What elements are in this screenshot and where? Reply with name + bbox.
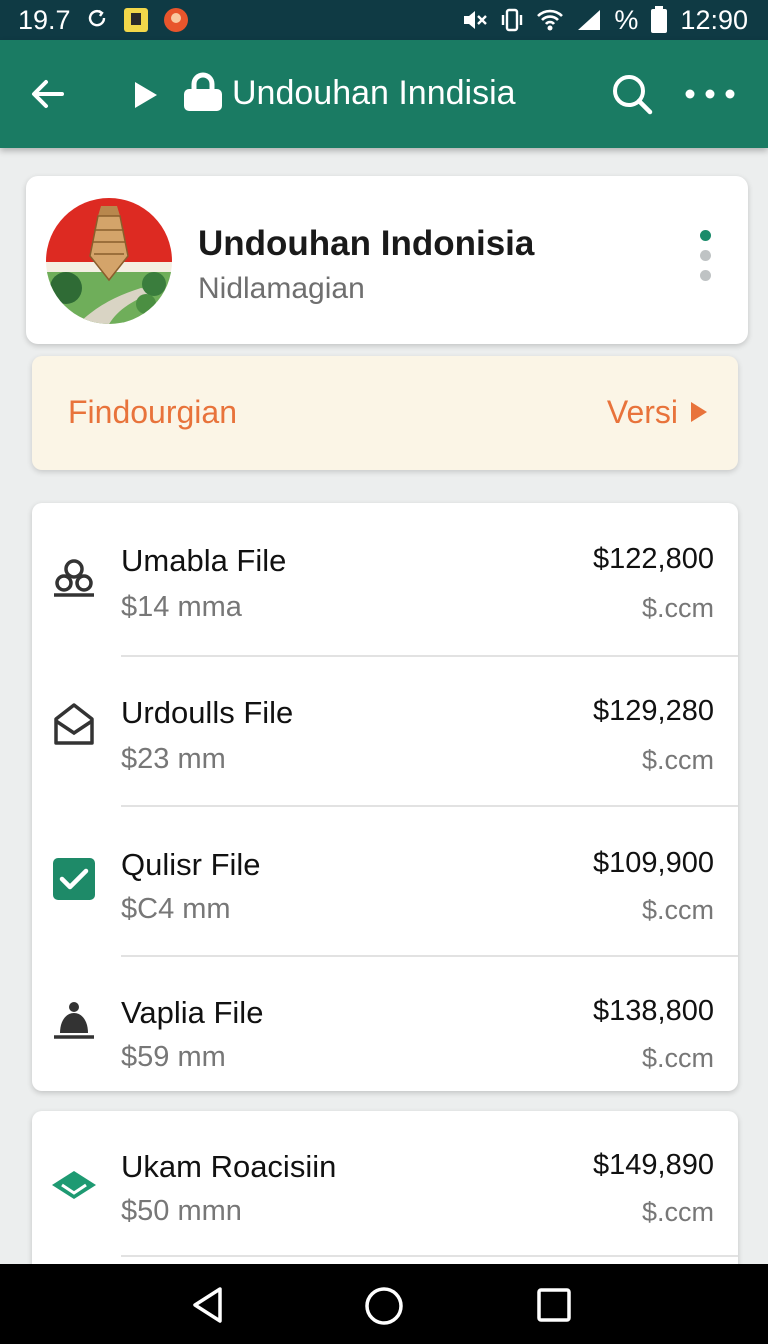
lock-icon — [182, 72, 224, 117]
file-name: Vaplia File — [121, 995, 264, 1030]
status-bar: 19.7 % 12:90 — [0, 0, 768, 40]
back-arrow-icon[interactable] — [28, 74, 68, 119]
file-name: Urdoulls File — [121, 695, 294, 730]
battery-icon — [650, 6, 668, 34]
mute-icon — [462, 8, 488, 32]
file-size: $C4 mm — [121, 893, 231, 925]
signal-icon — [576, 8, 602, 32]
divider — [121, 1255, 738, 1257]
notification-badge-icon — [123, 7, 149, 33]
status-left-text: 19.7 — [18, 4, 71, 35]
page-dot — [700, 270, 711, 281]
file-list: Umabla File $14 mma $122,800 $.ccm Urdou… — [32, 503, 738, 1091]
header-title: Undouhan Indonisia — [198, 224, 535, 263]
app-bar-title: Undouhan Inndisia — [232, 74, 516, 112]
envelope-green-icon — [50, 1161, 98, 1209]
nav-recents-icon[interactable] — [536, 1286, 572, 1329]
person-icon — [50, 997, 98, 1045]
vibrate-icon — [500, 7, 524, 33]
checkbox-checked-icon[interactable] — [50, 855, 98, 903]
play-icon[interactable] — [132, 80, 160, 115]
more-horizontal-icon[interactable] — [684, 82, 736, 111]
file-suffix: $.ccm — [641, 593, 714, 623]
file-price: $129,280 — [593, 695, 714, 727]
search-icon[interactable] — [610, 72, 654, 121]
file-suffix: $.ccm — [641, 1043, 714, 1073]
file-suffix: $.ccm — [641, 745, 714, 775]
version-label: Versi — [606, 394, 678, 430]
mail-icon — [50, 701, 98, 749]
page-indicator[interactable] — [700, 230, 711, 281]
file-suffix: $.ccm — [641, 1197, 714, 1227]
file-name: Umabla File — [121, 543, 287, 578]
version-banner[interactable]: Findourgian Versi — [32, 356, 738, 470]
header-subtitle: Nidlamagian — [198, 272, 365, 305]
app-notification-icon — [163, 7, 189, 33]
nav-home-icon[interactable] — [364, 1286, 404, 1331]
avatar — [46, 196, 172, 326]
file-size: $23 mm — [121, 743, 226, 775]
page-dot-active — [700, 230, 711, 241]
list-item[interactable]: Umabla File $14 mma $122,800 $.ccm — [32, 503, 738, 657]
file-price: $149,890 — [593, 1149, 714, 1181]
wifi-icon — [536, 8, 564, 32]
users-icon — [50, 555, 98, 603]
file-size: $14 mma — [121, 591, 242, 623]
list-item[interactable]: Qulisr File $C4 mm $109,900 $.ccm — [32, 805, 738, 957]
battery-percent-text: % — [614, 4, 639, 35]
version-link[interactable]: Versi — [607, 394, 708, 431]
file-list-2: Ukam Roacisiin $50 mmn $149,890 $.ccm — [32, 1111, 738, 1271]
file-price: $122,800 — [593, 543, 714, 575]
page-dot — [700, 250, 711, 261]
file-price: $138,800 — [593, 995, 714, 1027]
status-time: 12:90 — [680, 4, 748, 35]
list-item[interactable]: Urdoulls File $23 mm $129,280 $.ccm — [32, 655, 738, 807]
file-name: Ukam Roacisiin — [121, 1149, 337, 1184]
list-item[interactable]: Vaplia File $59 mm $138,800 $.ccm — [32, 955, 738, 1105]
file-size: $50 mmn — [121, 1195, 242, 1227]
file-name: Qulisr File — [121, 847, 261, 882]
sync-icon — [85, 8, 109, 32]
file-size: $59 mm — [121, 1041, 226, 1073]
chevron-right-icon — [690, 394, 708, 431]
app-bar: Undouhan Inndisia — [0, 40, 768, 148]
system-nav-bar — [0, 1264, 768, 1344]
file-suffix: $.ccm — [641, 895, 714, 925]
file-price: $109,900 — [593, 847, 714, 879]
header-card[interactable]: Undouhan Indonisia Nidlamagian — [26, 176, 748, 344]
list-item[interactable]: Ukam Roacisiin $50 mmn $149,890 $.ccm — [32, 1111, 738, 1261]
nav-back-icon[interactable] — [190, 1286, 226, 1329]
banner-label: Findourgian — [68, 394, 237, 430]
